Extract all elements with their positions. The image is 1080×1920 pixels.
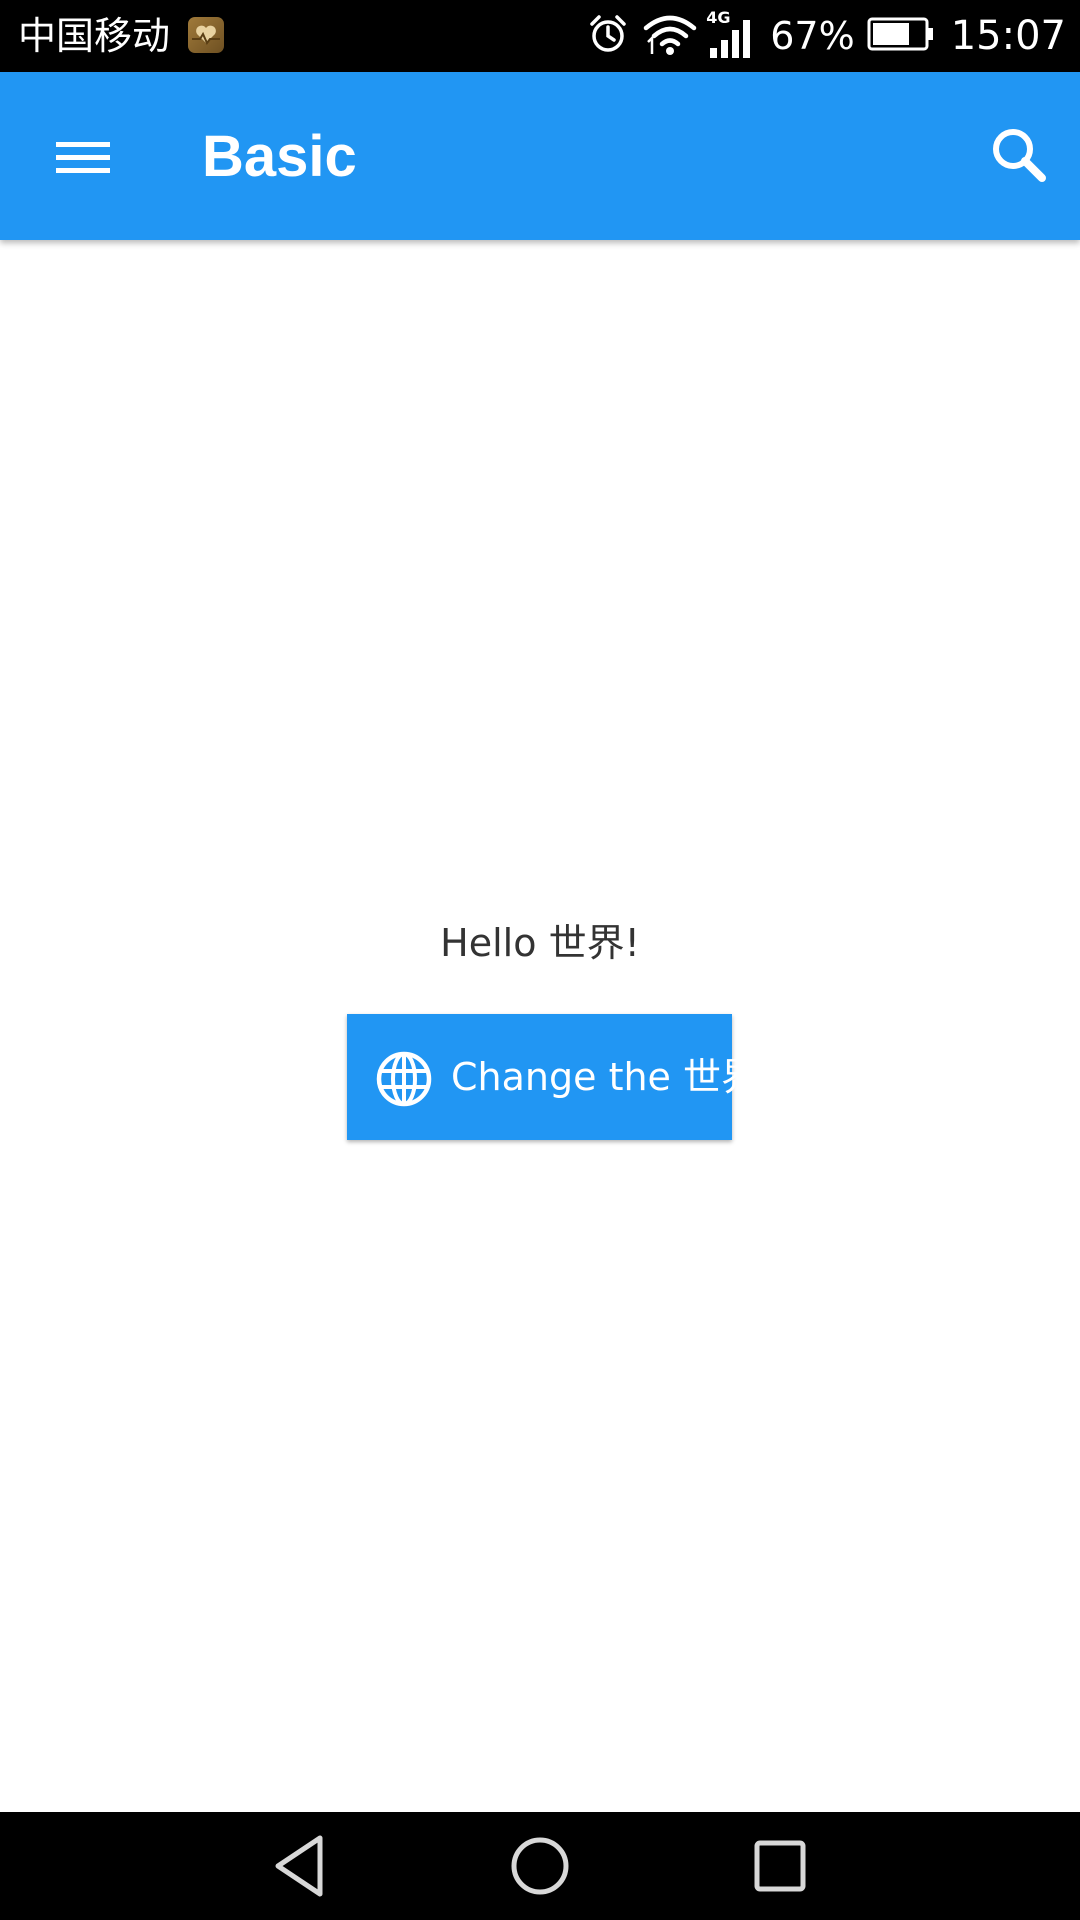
status-icons: 4G 67% 15:07 <box>586 10 1066 62</box>
battery-icon <box>867 16 935 56</box>
wifi-icon <box>642 12 698 60</box>
signal-icon: 4G <box>706 10 756 62</box>
home-button[interactable] <box>500 1826 580 1906</box>
status-bar: 中国移动 4G 67% 15:07 <box>0 0 1080 72</box>
health-app-icon <box>188 17 224 53</box>
app-bar: Basic <box>0 72 1080 240</box>
alarm-icon <box>586 12 630 60</box>
back-button[interactable] <box>260 1826 340 1906</box>
hamburger-menu-icon <box>56 142 110 173</box>
battery-percent: 67% <box>770 14 855 58</box>
globe-icon <box>376 1051 432 1107</box>
home-icon <box>511 1837 569 1895</box>
greeting-text: Hello 世界! <box>440 921 640 965</box>
recents-button[interactable] <box>740 1826 820 1906</box>
menu-button[interactable] <box>40 116 130 196</box>
search-button[interactable] <box>980 116 1060 196</box>
recents-icon <box>754 1840 806 1892</box>
change-world-button[interactable]: Change the 世界! <box>347 1014 774 1140</box>
back-icon <box>275 1835 323 1897</box>
page-title: Basic <box>202 124 357 189</box>
navigation-bar <box>0 1812 1080 1920</box>
carrier-name: 中国移动 <box>18 14 171 58</box>
search-icon <box>993 129 1046 182</box>
change-button-label: Change the 世界! <box>451 1055 775 1099</box>
clock-time: 15:07 <box>950 13 1066 59</box>
